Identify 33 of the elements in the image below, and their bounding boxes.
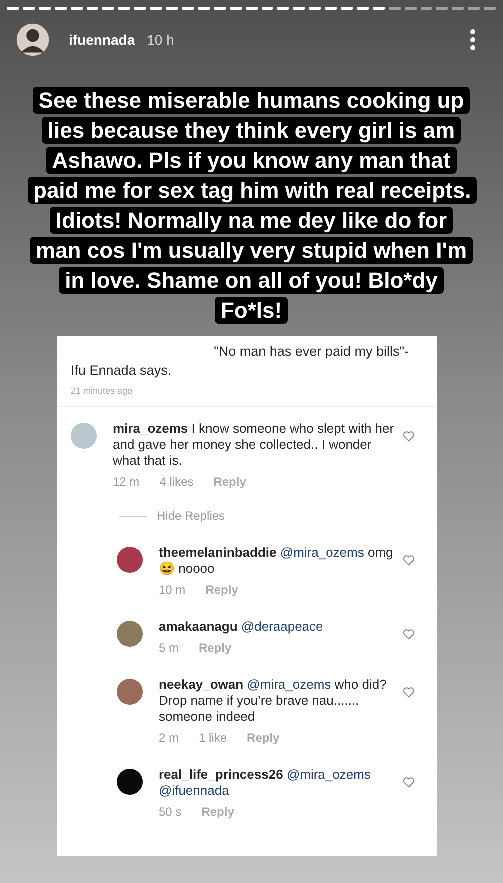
avatar-icon[interactable] (15, 22, 51, 58)
quote-text: "No man has ever paid my bills"- (213, 343, 410, 359)
reply-link[interactable]: Reply (206, 583, 238, 597)
username[interactable]: ifuennada (69, 32, 136, 48)
comment-time: 12 m (113, 475, 140, 489)
comment-time: 50 s (159, 805, 182, 819)
reply-link[interactable]: Reply (202, 805, 234, 819)
hide-replies-link[interactable]: Hide Replies (157, 509, 226, 523)
comment-text: neekay_owan @mira_ozems who did? Drop name if you’re brave nau....... someone indeed (159, 677, 388, 725)
likes-count[interactable]: 1 like (199, 731, 228, 745)
reply-link[interactable]: Reply (199, 641, 232, 655)
comment-text: mira_ozems I know someone who slept with her and gave her money she collected.. I wonder what that is. (113, 421, 395, 469)
likes-count[interactable]: 4 likes (160, 475, 194, 489)
heart-icon[interactable] (403, 687, 415, 698)
heart-icon[interactable] (403, 629, 415, 640)
reply-link[interactable]: Reply (247, 731, 280, 745)
comment-text: amakaanagu @deraapeace (159, 619, 324, 635)
reply-link[interactable]: Reply (214, 475, 246, 489)
post-time: 21 minutes ago (70, 385, 134, 396)
heart-icon[interactable] (403, 555, 415, 566)
more-options-icon[interactable] (470, 29, 476, 51)
heart-icon[interactable] (403, 431, 415, 442)
avatar-icon[interactable] (117, 547, 143, 573)
post-time: 10 h (147, 32, 174, 48)
comment-time: 2 m (159, 731, 180, 745)
heart-icon[interactable] (403, 777, 415, 788)
comment-text: real_life_princess26 @mira_ozems @ifuennada (159, 767, 372, 799)
caption-text: See these miserable humans cooking up lies because they think every girl is am Ashawo. Pls if you know any man that paid me for sex tag him with real receipts. Idiots! Normally na me dey like do for man cos I'm usually very stupid when I'm in love. Shame on all of you! Blo*dy Fo*ls! (28, 86, 476, 326)
comment-text: theemelaninbaddie @mira_ozems omg 😆 noooo (159, 545, 394, 577)
author-text: Ifu Ennada says. (70, 362, 173, 378)
comment-time: 10 m (159, 583, 186, 597)
comment-time: 5 m (159, 641, 180, 655)
avatar-icon[interactable] (117, 769, 143, 795)
